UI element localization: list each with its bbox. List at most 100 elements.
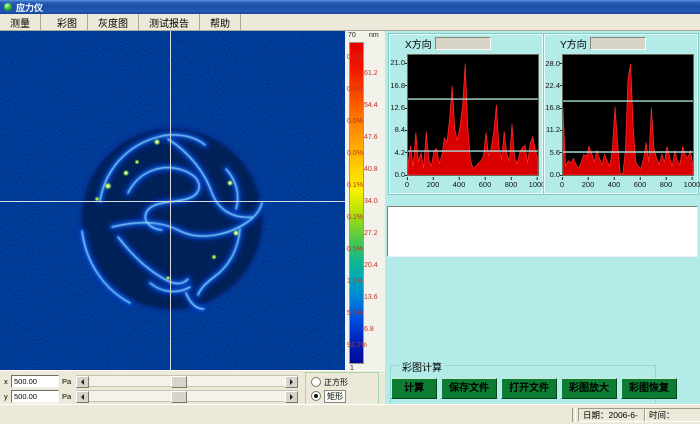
status-divider xyxy=(572,408,576,422)
bottom-controls: x Pa y Pa 正方形矩形 xyxy=(0,370,385,405)
radio-square-dot[interactable] xyxy=(311,377,321,387)
y-axis-label: y xyxy=(4,392,8,401)
x-tick-label: 1000 xyxy=(529,180,546,189)
color-scale-percent-label: 0.1% xyxy=(347,214,363,221)
y-unit-label: Pa xyxy=(62,392,71,401)
color-scale-value-label: 27.2 xyxy=(364,230,378,237)
result-listbox[interactable] xyxy=(387,206,698,257)
color-scale-percent-label: 0.0% xyxy=(347,118,363,125)
stress-colormap-image[interactable] xyxy=(0,31,345,370)
x-direction-plot xyxy=(407,54,539,176)
x-tick-label: 200 xyxy=(582,180,595,189)
open-file-button[interactable]: 打开文件 xyxy=(501,378,557,399)
y-tick-label: 28.0 xyxy=(545,59,560,68)
x-scrollbar-left-arrow[interactable] xyxy=(76,376,89,388)
x-tick-label: 400 xyxy=(453,180,466,189)
radio-square-label: 正方形 xyxy=(324,377,348,388)
menu-item-help[interactable]: 帮助 xyxy=(200,14,241,30)
colormap-restore-button[interactable]: 彩图恢复 xyxy=(621,378,677,399)
status-bar: 日期：2006-6-7 时间：20:03:45 xyxy=(0,404,700,424)
calculate-button[interactable]: 计算 xyxy=(391,378,437,399)
y-tick-label: 5.6 xyxy=(550,148,560,157)
x-tick-label: 800 xyxy=(505,180,518,189)
colormap-canvas xyxy=(0,31,345,370)
window-title: 应力仪 xyxy=(16,1,43,14)
x-tick-label: 600 xyxy=(479,180,492,189)
color-scale-percent-label: 0.0% xyxy=(347,150,363,157)
menu-item-test-report[interactable]: 测试报告 xyxy=(139,14,200,30)
window-titlebar: 应力仪 xyxy=(0,0,700,14)
y-scrollbar-right-arrow[interactable] xyxy=(285,391,298,403)
color-scale-value-label: 20.4 xyxy=(364,262,378,269)
menu-item-measure[interactable]: 测量 xyxy=(0,14,41,30)
color-scale-value-label: 13.6 xyxy=(364,294,378,301)
radio-rectangle[interactable]: 矩形 xyxy=(311,390,346,402)
x-tick-label: 1000 xyxy=(684,180,700,189)
y-direction-chart: Y方向 28.0 22.4 16.8 11.2 5.6 0.0 0 200 400 600 800… xyxy=(544,34,698,194)
status-date: 日期：2006-6-7 xyxy=(578,408,646,422)
x-axis-label: x xyxy=(4,377,8,386)
y-tick-label: 11.2 xyxy=(546,125,560,134)
radio-rectangle-label: 矩形 xyxy=(324,390,346,403)
colormap-zoom-button[interactable]: 彩图放大 xyxy=(561,378,617,399)
x-tick-label: 0 xyxy=(405,180,409,189)
y-direction-plot xyxy=(562,54,694,176)
x-tick-label: 400 xyxy=(608,180,621,189)
color-scale-value-label: 34.0 xyxy=(364,198,378,205)
menu-item-colormap[interactable]: 彩图 xyxy=(47,14,88,30)
status-time: 时间：20:03:45 xyxy=(644,408,700,422)
shape-radio-panel: 正方形矩形 xyxy=(305,372,379,405)
color-scale-percent-label: 92.7% xyxy=(347,342,367,349)
y-tick-label: 21.0 xyxy=(390,58,405,67)
menu-bar: 测量彩图灰度图测试报告帮助 xyxy=(0,14,700,31)
y-tick-label: 16.8 xyxy=(390,81,405,90)
color-scale-value-label: 6.8 xyxy=(364,326,374,333)
y-tick-label: 0.0 xyxy=(550,170,560,179)
menu-item-grayscale[interactable]: 灰度图 xyxy=(88,14,139,30)
x-direction-chart: X方向 21.0 16.8 12.6 8.4 4.2 0.0 0 200 400 600 800 1… xyxy=(389,34,543,194)
x-direction-chart-title: X方向 xyxy=(405,36,432,51)
y-tick-label: 12.6 xyxy=(390,103,405,112)
x-unit-label: Pa xyxy=(62,377,71,386)
x-value-field[interactable] xyxy=(11,375,59,388)
app-icon xyxy=(4,3,12,11)
app-window: 应力仪 测量彩图灰度图测试报告帮助 xyxy=(0,0,700,424)
y-direction-chart-title: Y方向 xyxy=(560,36,587,51)
calc-button-row: 计算保存文件打开文件彩图放大彩图恢复 xyxy=(391,378,677,399)
x-tick-label: 200 xyxy=(427,180,440,189)
y-tick-label: 8.4 xyxy=(395,125,405,134)
color-scale-max-label: 70 xyxy=(348,32,356,39)
color-scale-value-label: 47.6 xyxy=(364,134,378,141)
y-tick-label: 16.8 xyxy=(545,103,560,112)
colormap-calc-group-title: 彩图计算 xyxy=(399,359,445,374)
color-scale-percent-label: 0.1% xyxy=(347,182,363,189)
x-tick-label: 0 xyxy=(560,180,564,189)
x-tick-label: 800 xyxy=(660,180,673,189)
x-scrollbar-thumb[interactable] xyxy=(171,376,187,388)
color-scale-value-label: 40.8 xyxy=(364,166,378,173)
y-tick-label: 22.4 xyxy=(545,81,560,90)
color-scale-percent-label: 0.0% xyxy=(347,54,363,61)
y-scrollbar-left-arrow[interactable] xyxy=(76,391,89,403)
color-scale-value-label: 61.2 xyxy=(364,70,378,77)
color-scale-value-label: 54.4 xyxy=(364,102,378,109)
x-scrollbar-right-arrow[interactable] xyxy=(285,376,298,388)
right-panel: X方向 21.0 16.8 12.6 8.4 4.2 0.0 0 200 400 600 800 1… xyxy=(385,31,700,404)
y-tick-label: 0.0 xyxy=(395,170,405,179)
color-scale-percent-label: 1.1% xyxy=(347,278,363,285)
color-scale-panel: 70 nm 1 61.254.447.640.834.027.220.413.6… xyxy=(345,31,385,370)
x-scrollbar[interactable] xyxy=(76,375,298,387)
save-file-button[interactable]: 保存文件 xyxy=(441,378,497,399)
color-scale-unit-label: nm xyxy=(369,32,379,39)
radio-square[interactable]: 正方形 xyxy=(311,376,348,388)
y-value-field[interactable] xyxy=(11,390,59,403)
y-scrollbar[interactable] xyxy=(76,390,298,402)
y-tick-label: 4.2 xyxy=(395,148,405,157)
y-direction-input[interactable] xyxy=(590,37,646,50)
color-scale-percent-label: 0.5% xyxy=(347,246,363,253)
x-tick-label: 600 xyxy=(634,180,647,189)
y-scrollbar-thumb[interactable] xyxy=(171,391,187,403)
color-scale-percent-label: 0.0% xyxy=(347,86,363,93)
x-direction-input[interactable] xyxy=(435,37,491,50)
radio-rectangle-dot[interactable] xyxy=(311,391,321,401)
